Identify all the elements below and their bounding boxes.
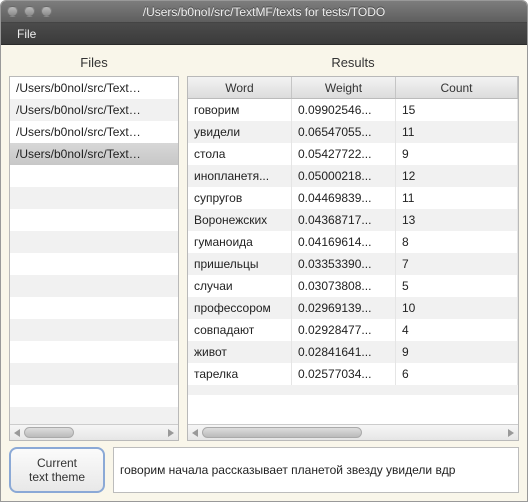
- table-row[interactable]: стола0.05427722...9: [188, 143, 518, 165]
- menu-file[interactable]: File: [9, 25, 44, 43]
- table-row[interactable]: пришельцы0.03353390...7: [188, 253, 518, 275]
- file-row[interactable]: /Users/b0noI/src/Text…: [10, 143, 178, 165]
- minimize-icon[interactable]: [24, 6, 35, 17]
- cell-count: 4: [396, 319, 518, 341]
- cell-word: инопланетя...: [188, 165, 292, 187]
- theme-output: говорим начала рассказывает планетой зве…: [113, 447, 519, 493]
- cell-weight: 0.05427722...: [292, 143, 396, 165]
- table-row[interactable]: совпадают0.02928477...4: [188, 319, 518, 341]
- cell-weight: 0.02969139...: [292, 297, 396, 319]
- col-weight[interactable]: Weight: [292, 77, 396, 98]
- file-row-empty: [10, 407, 178, 424]
- cell-count: 7: [396, 253, 518, 275]
- table-row[interactable]: увидели0.06547055...11: [188, 121, 518, 143]
- cell-word: профессором: [188, 297, 292, 319]
- results-columns: Word Weight Count: [188, 77, 518, 99]
- cell-count: 6: [396, 363, 518, 385]
- titlebar: /Users/b0noI/src/TextMF/texts for tests/…: [1, 1, 527, 23]
- cell-weight: 0.03353390...: [292, 253, 396, 275]
- window-title: /Users/b0noI/src/TextMF/texts for tests/…: [1, 5, 527, 19]
- cell-count: 5: [396, 275, 518, 297]
- table-row[interactable]: инопланетя...0.05000218...12: [188, 165, 518, 187]
- files-panel: Files /Users/b0noI/src/Text…/Users/b0noI…: [9, 53, 179, 441]
- cell-weight: 0.09902546...: [292, 99, 396, 121]
- button-label: Current text theme: [29, 456, 85, 484]
- results-body[interactable]: говорим0.09902546...15увидели0.06547055.…: [188, 99, 518, 424]
- table-row[interactable]: говорим0.09902546...15: [188, 99, 518, 121]
- file-row-empty: [10, 187, 178, 209]
- col-count[interactable]: Count: [396, 77, 518, 98]
- cell-weight: 0.02577034...: [292, 363, 396, 385]
- cell-word: увидели: [188, 121, 292, 143]
- cell-word: случаи: [188, 275, 292, 297]
- table-row[interactable]: живот0.02841641...9: [188, 341, 518, 363]
- table-row[interactable]: тарелка0.02577034...6: [188, 363, 518, 385]
- cell-weight: 0.06547055...: [292, 121, 396, 143]
- app-window: /Users/b0noI/src/TextMF/texts for tests/…: [0, 0, 528, 502]
- zoom-icon[interactable]: [41, 6, 52, 17]
- current-theme-button[interactable]: Current text theme: [9, 447, 105, 493]
- table-row[interactable]: супругов0.04469839...11: [188, 187, 518, 209]
- results-hscrollbar[interactable]: [188, 424, 518, 440]
- cell-weight: 0.04469839...: [292, 187, 396, 209]
- content: Files /Users/b0noI/src/Text…/Users/b0noI…: [1, 45, 527, 501]
- cell-word: гуманоида: [188, 231, 292, 253]
- results-panel: Results Word Weight Count говорим0.09902…: [187, 53, 519, 441]
- cell-word: Воронежских: [188, 209, 292, 231]
- col-word[interactable]: Word: [188, 77, 292, 98]
- table-row[interactable]: Воронежских0.04368717...13: [188, 209, 518, 231]
- cell-weight: 0.04368717...: [292, 209, 396, 231]
- cell-weight: 0.02841641...: [292, 341, 396, 363]
- cell-weight: 0.03073808...: [292, 275, 396, 297]
- file-row-empty: [10, 297, 178, 319]
- file-row-empty: [10, 385, 178, 407]
- panels: Files /Users/b0noI/src/Text…/Users/b0noI…: [9, 53, 519, 441]
- bottom-bar: Current text theme говорим начала расска…: [9, 447, 519, 493]
- cell-word: живот: [188, 341, 292, 363]
- file-row-empty: [10, 363, 178, 385]
- cell-count: 15: [396, 99, 518, 121]
- file-row[interactable]: /Users/b0noI/src/Text…: [10, 77, 178, 99]
- file-row-empty: [10, 319, 178, 341]
- cell-count: 13: [396, 209, 518, 231]
- file-row-empty: [10, 275, 178, 297]
- cell-word: пришельцы: [188, 253, 292, 275]
- cell-weight: 0.02928477...: [292, 319, 396, 341]
- table-row[interactable]: гуманоида0.04169614...8: [188, 231, 518, 253]
- cell-word: супругов: [188, 187, 292, 209]
- cell-count: 10: [396, 297, 518, 319]
- cell-count: 9: [396, 341, 518, 363]
- file-row-empty: [10, 209, 178, 231]
- cell-word: говорим: [188, 99, 292, 121]
- cell-word: тарелка: [188, 363, 292, 385]
- table-row[interactable]: случаи0.03073808...5: [188, 275, 518, 297]
- file-row-empty: [10, 165, 178, 187]
- cell-count: 8: [396, 231, 518, 253]
- cell-count: 12: [396, 165, 518, 187]
- menubar: File: [1, 23, 527, 45]
- files-hscrollbar[interactable]: [10, 424, 178, 440]
- cell-count: 11: [396, 121, 518, 143]
- theme-output-text: говорим начала рассказывает планетой зве…: [120, 463, 455, 477]
- file-row-empty: [10, 253, 178, 275]
- files-list-body[interactable]: /Users/b0noI/src/Text…/Users/b0noI/src/T…: [10, 77, 178, 424]
- close-icon[interactable]: [7, 6, 18, 17]
- results-header: Results: [187, 53, 519, 76]
- files-header: Files: [9, 53, 179, 76]
- table-row[interactable]: [188, 385, 518, 395]
- cell-word: совпадают: [188, 319, 292, 341]
- cell-count: 11: [396, 187, 518, 209]
- files-list: /Users/b0noI/src/Text…/Users/b0noI/src/T…: [9, 76, 179, 441]
- file-row-empty: [10, 341, 178, 363]
- cell-word: стола: [188, 143, 292, 165]
- cell-weight: 0.04169614...: [292, 231, 396, 253]
- table-row[interactable]: профессором0.02969139...10: [188, 297, 518, 319]
- file-row[interactable]: /Users/b0noI/src/Text…: [10, 99, 178, 121]
- file-row-empty: [10, 231, 178, 253]
- window-controls: [7, 6, 52, 17]
- cell-weight: 0.05000218...: [292, 165, 396, 187]
- file-row[interactable]: /Users/b0noI/src/Text…: [10, 121, 178, 143]
- results-table: Word Weight Count говорим0.09902546...15…: [187, 76, 519, 441]
- cell-count: 9: [396, 143, 518, 165]
